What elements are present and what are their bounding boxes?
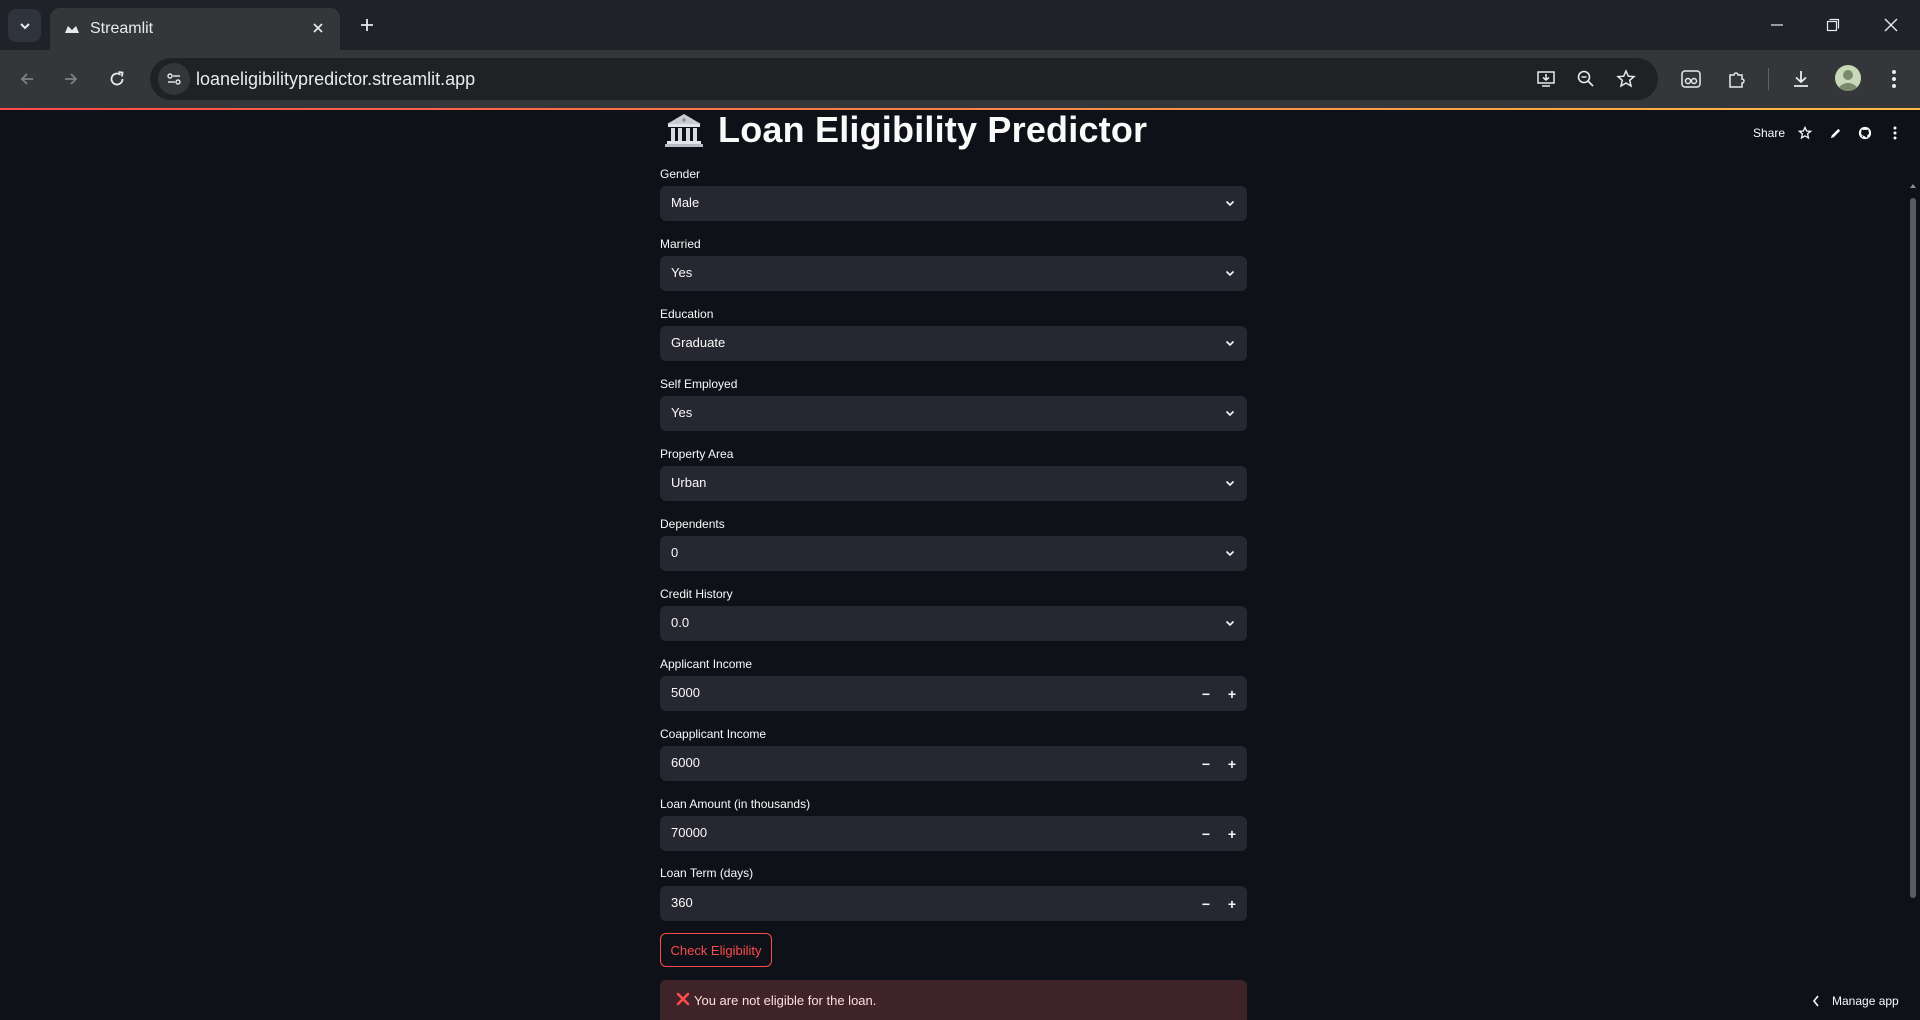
- loan-amount-value: 70000: [671, 825, 708, 840]
- applicant-income-label: Applicant Income: [660, 657, 753, 671]
- coapplicant-income-label: Coapplicant Income: [660, 727, 767, 741]
- loan-term-label: Loan Term (days): [660, 866, 754, 880]
- back-icon[interactable]: [12, 64, 42, 94]
- toolbar-divider: [1768, 68, 1769, 90]
- decrement-button[interactable]: −: [1193, 676, 1219, 711]
- increment-button[interactable]: +: [1219, 886, 1245, 921]
- applicant-income-value: 5000: [671, 685, 700, 700]
- gender-value: Male: [671, 195, 700, 210]
- decrement-button[interactable]: −: [1193, 886, 1219, 921]
- loan-amount-label: Loan Amount (in thousands): [660, 797, 811, 811]
- married-label: Married: [660, 237, 701, 251]
- self-employed-label: Self Employed: [660, 377, 738, 391]
- chevron-down-icon: [1225, 200, 1235, 207]
- chevron-down-icon: [1225, 410, 1235, 417]
- chevron-left-icon: [1812, 995, 1819, 1007]
- gender-select[interactable]: Male: [660, 186, 1247, 221]
- education-label: Education: [660, 307, 714, 321]
- minimize-icon[interactable]: [1764, 12, 1790, 38]
- star-icon[interactable]: [1796, 124, 1814, 142]
- address-bar[interactable]: loaneligibilitypredictor.streamlit.app: [150, 58, 1658, 100]
- puzzle-icon[interactable]: [1722, 64, 1752, 94]
- loan-term-value: 360: [671, 895, 693, 910]
- browser-toolbar: loaneligibilitypredictor.streamlit.app: [0, 50, 1920, 108]
- reload-icon[interactable]: [102, 64, 132, 94]
- cross-mark-icon: [676, 992, 690, 1006]
- dependents-label: Dependents: [660, 517, 725, 531]
- site-info-icon[interactable]: [158, 63, 190, 95]
- education-select[interactable]: Graduate: [660, 326, 1247, 361]
- property-area-select[interactable]: Urban: [660, 466, 1247, 501]
- forward-icon[interactable]: [56, 64, 86, 94]
- share-button[interactable]: Share: [1753, 126, 1785, 140]
- streamlit-favicon: [65, 26, 79, 33]
- married-value: Yes: [671, 265, 693, 280]
- bookmark-star-icon[interactable]: [1614, 67, 1638, 91]
- loan-amount-input[interactable]: 70000 − +: [660, 816, 1247, 851]
- menu-icon[interactable]: [1879, 64, 1909, 94]
- scroll-up-arrow[interactable]: [1909, 182, 1917, 190]
- result-message: You are not eligible for the loan.: [694, 993, 877, 1008]
- property-area-value: Urban: [671, 475, 707, 490]
- increment-button[interactable]: +: [1219, 816, 1245, 851]
- chevron-down-icon: [1225, 620, 1235, 627]
- manage-app-button[interactable]: Manage app: [1812, 994, 1899, 1008]
- education-value: Graduate: [671, 335, 726, 350]
- self-employed-select[interactable]: Yes: [660, 396, 1247, 431]
- self-employed-value: Yes: [671, 405, 693, 420]
- page-title: Loan Eligibility Predictor: [664, 110, 1147, 150]
- chevron-down-icon: [1225, 480, 1235, 487]
- error-alert: You are not eligible for the loan.: [660, 980, 1247, 1020]
- new-tab-icon[interactable]: [354, 12, 380, 38]
- loan-term-input[interactable]: 360 − +: [660, 886, 1247, 921]
- credit-history-label: Credit History: [660, 587, 733, 601]
- scrollbar[interactable]: [1910, 198, 1916, 898]
- increment-button[interactable]: +: [1219, 676, 1245, 711]
- bank-building-icon: [665, 114, 703, 147]
- chevron-down-icon: [1225, 340, 1235, 347]
- profile-avatar[interactable]: [1835, 65, 1861, 91]
- decrement-button[interactable]: −: [1193, 746, 1219, 781]
- married-select[interactable]: Yes: [660, 256, 1247, 291]
- window-close-icon[interactable]: [1878, 12, 1904, 38]
- increment-button[interactable]: +: [1219, 746, 1245, 781]
- coapplicant-income-value: 6000: [671, 755, 700, 770]
- title-text: Loan Eligibility Predictor: [718, 110, 1148, 150]
- more-icon[interactable]: [1886, 124, 1904, 142]
- browser-tab-bar: Streamlit: [0, 0, 1920, 50]
- restore-icon[interactable]: [1820, 12, 1846, 38]
- close-icon[interactable]: [308, 18, 328, 38]
- credit-history-value: 0.0: [671, 615, 690, 630]
- install-app-icon[interactable]: [1534, 67, 1558, 91]
- decrement-button[interactable]: −: [1193, 816, 1219, 851]
- dependents-value: 0: [671, 545, 679, 560]
- dependents-select[interactable]: 0: [660, 536, 1247, 571]
- extension-icon[interactable]: [1676, 64, 1706, 94]
- applicant-income-input[interactable]: 5000 − +: [660, 676, 1247, 711]
- browser-tab[interactable]: Streamlit: [50, 8, 340, 50]
- coapplicant-income-input[interactable]: 6000 − +: [660, 746, 1247, 781]
- property-area-label: Property Area: [660, 447, 734, 461]
- gender-label: Gender: [660, 167, 701, 181]
- check-eligibility-button[interactable]: Check Eligibility: [660, 933, 772, 967]
- url-text: loaneligibilitypredictor.streamlit.app: [196, 69, 476, 89]
- chevron-down-icon: [1225, 270, 1235, 277]
- github-icon[interactable]: [1856, 124, 1874, 142]
- tab-title: Streamlit: [90, 20, 154, 37]
- download-icon[interactable]: [1786, 64, 1816, 94]
- chevron-down-icon: [1225, 550, 1235, 557]
- manage-app-label: Manage app: [1832, 994, 1899, 1008]
- edit-icon[interactable]: [1826, 124, 1844, 142]
- tab-list-icon[interactable]: [8, 9, 41, 42]
- zoom-out-icon[interactable]: [1574, 67, 1598, 91]
- credit-history-select[interactable]: 0.0: [660, 606, 1247, 641]
- streamlit-app: Share Loan Eligibility Predictor Gender …: [0, 110, 1920, 1020]
